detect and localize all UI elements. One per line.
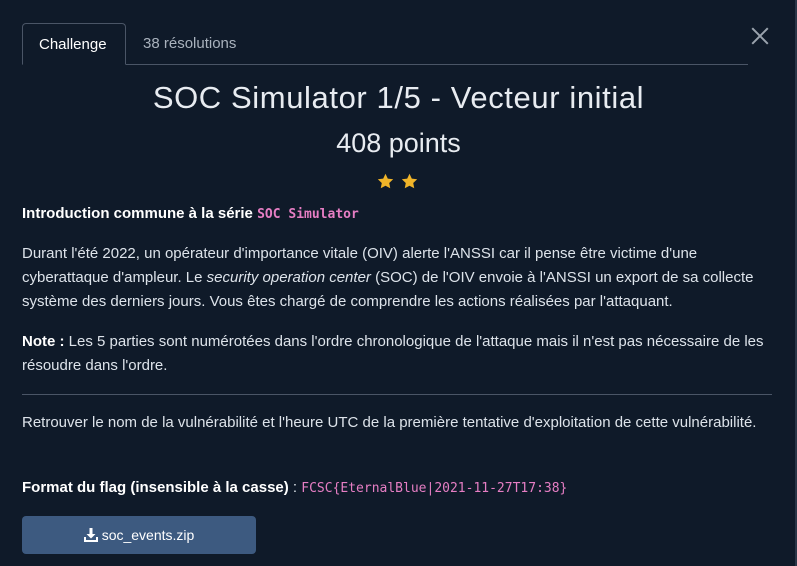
flag-format-paragraph: Format du flag (insensible à la casse) :… — [22, 476, 774, 501]
challenge-title: SOC Simulator 1/5 - Vecteur initial — [152, 80, 645, 115]
divider — [22, 394, 772, 395]
star-icon — [402, 173, 418, 189]
tab-resolutions[interactable]: 38 résolutions — [127, 23, 252, 64]
download-icon — [83, 528, 98, 542]
series-name: SOC Simulator — [257, 207, 359, 222]
download-button[interactable]: soc_events.zip — [22, 516, 256, 554]
tab-bar: Challenge 38 résolutions — [22, 23, 748, 65]
flag-format-separator: : — [288, 479, 302, 496]
difficulty-stars — [376, 172, 420, 192]
close-icon[interactable] — [750, 26, 770, 46]
tab-challenge[interactable]: Challenge — [22, 23, 126, 65]
flag-format-example: FCSC{EternalBlue|2021-11-27T17:38} — [301, 481, 568, 496]
note-label: Note : — [22, 333, 65, 350]
challenge-points: 408 points — [336, 128, 461, 158]
challenge-modal: Challenge 38 résolutions SOC Simulator 1… — [0, 0, 797, 566]
note-paragraph: Note : Les 5 parties sont numérotées dan… — [22, 330, 774, 378]
paragraph-italic: security operation center — [206, 269, 371, 286]
intro-heading: Introduction commune à la série SOC Simu… — [22, 202, 359, 227]
intro-paragraph: Durant l'été 2022, un opérateur d'import… — [22, 242, 774, 314]
intro-label: Introduction commune à la série — [22, 205, 258, 222]
flag-format-label: Format du flag (insensible à la casse) — [22, 479, 289, 496]
star-icon — [377, 173, 394, 189]
task-paragraph: Retrouver le nom de la vulnérabilité et … — [22, 414, 757, 431]
download-label: soc_events.zip — [101, 527, 195, 543]
note-text: Les 5 parties sont numérotées dans l'ord… — [22, 333, 764, 374]
